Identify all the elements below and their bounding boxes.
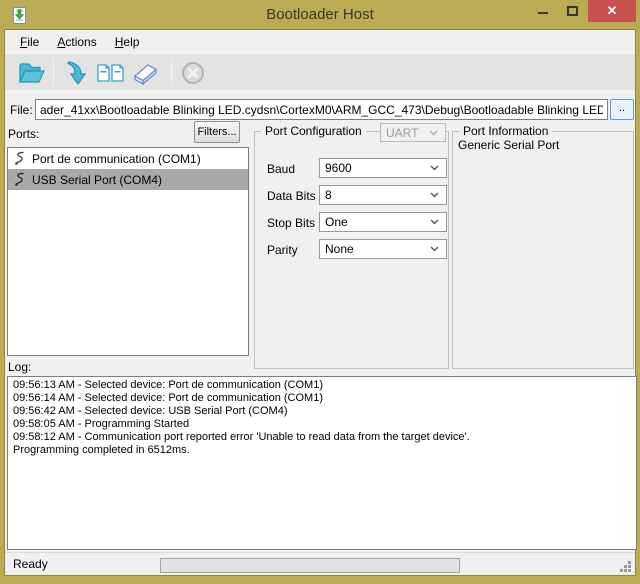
log-line: 09:56:13 AM - Selected device: Port de c…	[13, 379, 631, 392]
log-line: 09:56:42 AM - Selected device: USB Seria…	[13, 405, 631, 418]
port-information-title: Port Information	[459, 124, 552, 138]
status-bar: Ready	[5, 552, 635, 575]
log-label: Log:	[8, 360, 31, 374]
abort-circle-x-icon	[179, 59, 207, 87]
ports-label: Ports:	[8, 127, 39, 141]
serial-port-icon	[13, 151, 26, 166]
status-text: Ready	[13, 557, 48, 571]
open-folder-icon	[17, 59, 47, 87]
chevron-down-icon	[430, 246, 439, 252]
menu-bar: File Actions Help	[5, 30, 635, 53]
serial-port-icon	[13, 172, 26, 187]
chevron-down-icon	[430, 219, 439, 225]
chevron-down-icon	[430, 192, 439, 198]
baud-label: Baud	[267, 162, 295, 176]
ports-listbox[interactable]: Port de communication (COM1) USB Serial …	[7, 147, 249, 356]
data-bits-value: 8	[325, 188, 332, 202]
filters-button[interactable]: Filters...	[194, 121, 240, 143]
port-list-item-label: Port de communication (COM1)	[32, 152, 201, 166]
baud-value: 9600	[325, 161, 352, 175]
parity-label: Parity	[267, 243, 298, 257]
stop-bits-select[interactable]: One	[319, 212, 447, 232]
chevron-down-icon	[430, 165, 439, 171]
port-list-item-selected[interactable]: USB Serial Port (COM4)	[8, 169, 248, 190]
verify-button[interactable]	[95, 57, 127, 88]
close-button[interactable]: ✕	[588, 0, 636, 22]
data-bits-select[interactable]: 8	[319, 185, 447, 205]
log-line: Programming completed in 6512ms.	[13, 444, 631, 457]
parity-select[interactable]: None	[319, 239, 447, 259]
download-arrow-icon	[64, 59, 92, 87]
port-configuration-title: Port Configuration	[261, 124, 366, 138]
open-file-button[interactable]	[16, 57, 48, 88]
protocol-select[interactable]: UART	[380, 123, 446, 142]
port-configuration-group: Port Configuration UART Baud 9600 Data B…	[254, 131, 449, 369]
maximize-icon	[567, 6, 578, 16]
title-bar[interactable]: Bootloader Host ✕	[0, 0, 640, 30]
client-area: File: .. Ports: Filters... Port de commu…	[5, 90, 635, 552]
minimize-button[interactable]	[528, 0, 558, 22]
menu-actions[interactable]: Actions	[48, 32, 105, 52]
log-line: 09:58:12 AM - Communication port reporte…	[13, 431, 631, 444]
port-information-text: Generic Serial Port	[458, 138, 559, 152]
toolbar-separator	[171, 58, 172, 86]
minimize-icon	[538, 12, 548, 14]
copy-documents-icon	[95, 59, 127, 87]
abort-button[interactable]	[177, 57, 209, 88]
toolbar	[5, 53, 635, 90]
eraser-icon	[129, 59, 161, 87]
parity-value: None	[325, 242, 354, 256]
close-icon: ✕	[588, 0, 636, 22]
resize-grip[interactable]	[620, 561, 632, 573]
chevron-down-icon	[429, 130, 438, 136]
log-textarea[interactable]: 09:56:13 AM - Selected device: Port de c…	[7, 376, 637, 550]
menu-help[interactable]: Help	[106, 32, 149, 52]
port-list-item[interactable]: Port de communication (COM1)	[8, 148, 248, 169]
stop-bits-label: Stop Bits	[267, 216, 315, 230]
protocol-value: UART	[386, 126, 418, 140]
program-button[interactable]	[62, 57, 94, 88]
port-information-group: Port Information Generic Serial Port	[452, 131, 634, 369]
file-label: File:	[10, 103, 33, 117]
log-line: 09:56:14 AM - Selected device: Port de c…	[13, 392, 631, 405]
toolbar-separator	[53, 58, 54, 86]
app-window: Bootloader Host ✕ File Actions Help	[0, 0, 640, 584]
baud-select[interactable]: 9600	[319, 158, 447, 178]
progress-bar	[160, 558, 460, 573]
erase-button[interactable]	[129, 57, 161, 88]
stop-bits-value: One	[325, 215, 348, 229]
menu-file[interactable]: File	[11, 32, 48, 52]
port-list-item-label: USB Serial Port (COM4)	[32, 173, 162, 187]
browse-button[interactable]: ..	[610, 99, 634, 120]
data-bits-label: Data Bits	[267, 189, 316, 203]
file-path-input[interactable]	[35, 99, 608, 120]
maximize-button[interactable]	[558, 0, 588, 22]
log-line: 09:58:05 AM - Programming Started	[13, 418, 631, 431]
